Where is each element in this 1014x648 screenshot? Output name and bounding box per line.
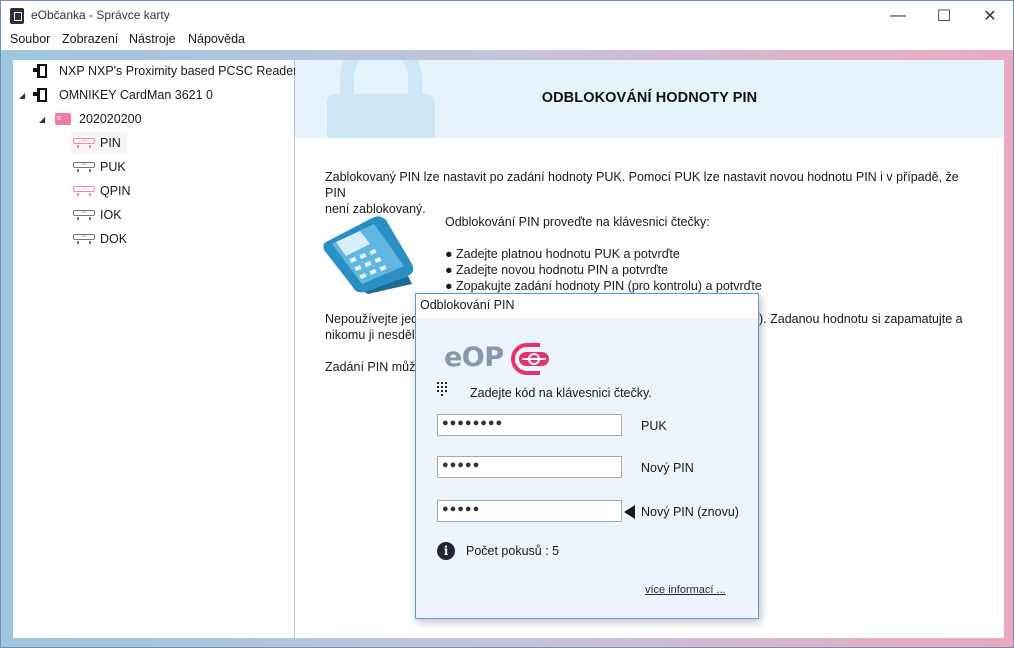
- pin-pad-icon: ····: [73, 161, 95, 172]
- tree-item-label: PIN: [100, 136, 121, 150]
- tree-item-label: DOK: [100, 232, 128, 246]
- window-title: eObčanka - Správce karty: [31, 8, 170, 22]
- new-pin-field[interactable]: ●●●●●: [437, 456, 622, 478]
- pin-pad-icon: ····: [73, 137, 95, 148]
- puk-label: PUK: [641, 419, 667, 433]
- title-bar[interactable]: eObčanka - Správce karty — ☐ ✕: [1, 1, 1013, 31]
- unblock-pin-dialog: Odblokování PIN eOP Zadejte kód na kláve…: [415, 293, 759, 619]
- tree-item-reader-omnikey[interactable]: OMNIKEY CardMan 3621 0: [33, 84, 213, 106]
- tree-item-puk[interactable]: ···· PUK: [73, 156, 126, 178]
- keypad-icon: [437, 382, 449, 396]
- page-title: ODBLOKOVÁNÍ HODNOTY PIN: [541, 90, 758, 106]
- eop-logo-text: eOP: [444, 342, 504, 373]
- menu-soubor[interactable]: Soubor: [10, 32, 50, 46]
- tree-item-reader-nxp[interactable]: NXP NXP's Proximity based PCSC Reader 0: [33, 60, 308, 82]
- attempts-count: Počet pokusů : 5: [466, 544, 560, 558]
- id-card-icon: [55, 113, 71, 125]
- instruction-step: ● Zadejte platnou hodnotu PUK a potvrďte: [445, 247, 680, 261]
- puk-field[interactable]: ●●●●●●●●: [437, 414, 622, 436]
- dialog-title: Odblokování PIN: [416, 294, 758, 318]
- tree-item-qpin[interactable]: ···· QPIN: [73, 180, 131, 202]
- instruction-step: ● Zadejte novou hodnotu PIN a potvrďte: [445, 263, 669, 277]
- expand-arrow-icon[interactable]: ◢: [39, 115, 45, 124]
- main-window: eObčanka - Správce karty — ☐ ✕ Soubor Zo…: [0, 0, 1014, 648]
- tree-item-iok[interactable]: ···· IOK: [73, 204, 122, 226]
- header-band: ODBLOKOVÁNÍ HODNOTY PIN: [295, 60, 1004, 138]
- close-button[interactable]: ✕: [967, 1, 1013, 31]
- intro-text: Zablokovaný PIN lze nastavit po zadání h…: [325, 170, 959, 216]
- close-icon: ✕: [983, 8, 997, 25]
- pin-pad-icon: ····: [73, 209, 95, 220]
- new-pin-label: Nový PIN: [641, 461, 694, 475]
- menu-zobrazeni[interactable]: Zobrazení: [62, 32, 118, 46]
- tree-item-label: NXP NXP's Proximity based PCSC Reader 0: [59, 64, 308, 78]
- reader-tree: NXP NXP's Proximity based PCSC Reader 0 …: [13, 60, 308, 638]
- new-pin-repeat-label: Nový PIN (znovu): [641, 505, 739, 519]
- card-terminal-icon: [323, 216, 414, 294]
- warning-text-end: ). Zadanou hodnotu si zapamatujte a: [759, 312, 963, 326]
- minimize-icon: —: [890, 7, 906, 24]
- card-reader-icon: [33, 87, 51, 103]
- tree-item-label: 202020200: [79, 112, 142, 126]
- tree-item-label: IOK: [100, 208, 122, 222]
- dialog-body: eOP Zadejte kód na klávesnici čtečky. ●●…: [416, 318, 758, 618]
- card-reader-icon: [33, 63, 51, 79]
- instructions-title: Odblokování PIN proveďte na klávesnici č…: [445, 215, 710, 229]
- tree-item-card[interactable]: 202020200: [55, 108, 142, 130]
- info-icon: i: [437, 542, 455, 560]
- tree-item-label: QPIN: [100, 184, 131, 198]
- menu-napoveda[interactable]: Nápověda: [188, 32, 245, 46]
- tree-item-label: PUK: [100, 160, 126, 174]
- menu-bar: Soubor Zobrazení Nástroje Nápověda: [1, 31, 1013, 50]
- app-icon: [10, 8, 24, 24]
- new-pin-repeat-field[interactable]: ●●●●●: [437, 500, 622, 522]
- maximize-button[interactable]: ☐: [921, 1, 967, 31]
- minimize-button[interactable]: —: [875, 1, 921, 31]
- instruction-step: ● Zopakujte zadání hodnoty PIN (pro kont…: [445, 279, 762, 293]
- pin-pad-icon: ····: [73, 185, 95, 196]
- tree-item-dok[interactable]: ···· DOK: [73, 228, 127, 250]
- maximize-icon: ☐: [936, 8, 952, 25]
- current-field-arrow-icon: [624, 505, 635, 519]
- dialog-prompt: Zadejte kód na klávesnici čtečky.: [470, 386, 652, 400]
- expand-arrow-icon[interactable]: ◢: [19, 91, 25, 100]
- menu-nastroje[interactable]: Nástroje: [129, 32, 176, 46]
- pin-pad-icon: ····: [73, 233, 95, 244]
- tree-item-pin[interactable]: ···· PIN: [71, 132, 127, 154]
- more-info-link[interactable]: více informací ...: [645, 584, 726, 596]
- eop-logo-mark-icon: [511, 343, 549, 375]
- tree-item-label: OMNIKEY CardMan 3621 0: [59, 88, 214, 102]
